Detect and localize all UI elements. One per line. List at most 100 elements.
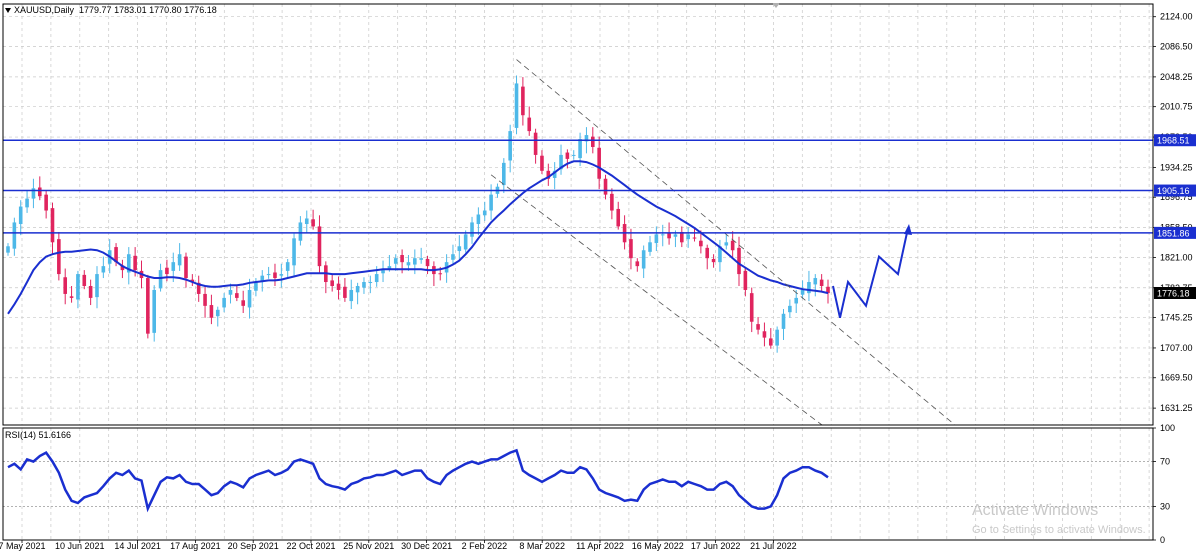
candle-body — [336, 283, 341, 290]
candle-body — [235, 293, 239, 298]
rsi-tick-label: 70 — [1160, 457, 1170, 467]
candle-body — [374, 274, 379, 283]
candle-body — [457, 246, 462, 252]
scroll-marker-icon[interactable] — [772, 3, 780, 8]
time-tick-label: 21 Jul 2022 — [750, 541, 797, 551]
candle-body — [775, 329, 779, 346]
price-tick-label: 1934.25 — [1160, 162, 1193, 172]
level-tag-label: 1968.51 — [1157, 136, 1190, 146]
candle-body — [95, 274, 99, 298]
candle-body — [610, 193, 614, 211]
candle-body — [451, 254, 455, 260]
candle-body — [463, 234, 468, 250]
rsi-tick-label: 0 — [1160, 535, 1165, 545]
candle-body — [533, 132, 538, 155]
candle-body — [565, 152, 570, 159]
price-tick-label: 1669.50 — [1160, 373, 1193, 383]
level-price-tag: 1905.16 — [1154, 184, 1196, 197]
candle-body — [476, 214, 481, 225]
candle-body — [470, 222, 474, 237]
rsi-tick-label: 30 — [1160, 501, 1170, 511]
candle-body — [209, 305, 214, 318]
candle-body — [819, 279, 824, 286]
price-tick-label: 1821.00 — [1160, 252, 1193, 262]
time-tick-label: 17 Jun 2022 — [691, 541, 741, 551]
open-value: 1779.77 — [79, 5, 112, 15]
candle-body — [591, 136, 595, 147]
time-tick-label: 10 Jun 2021 — [55, 541, 105, 551]
candle-body — [756, 324, 760, 330]
candle-body — [393, 258, 398, 264]
level-price-tag: 1968.51 — [1154, 134, 1196, 147]
candle-body — [292, 238, 296, 266]
candle-body — [18, 206, 23, 225]
candle-body — [241, 300, 245, 306]
chart-canvas: 2124.002086.502048.252010.751972.501934.… — [0, 0, 1200, 554]
time-tick-label: 17 Aug 2021 — [170, 541, 221, 551]
time-tick-label: 25 Nov 2021 — [343, 541, 394, 551]
candle-body — [254, 282, 258, 291]
candle-body — [82, 274, 87, 286]
candle-body — [171, 262, 176, 271]
price-tick-label: 1745.25 — [1160, 313, 1193, 323]
rsi-header: RSI(14) 51.6166 — [5, 430, 71, 440]
candle-body — [699, 240, 703, 247]
candle-body — [88, 285, 93, 298]
rsi-label: RSI(14) — [5, 430, 37, 440]
candle-body — [686, 234, 690, 240]
candle-body — [273, 272, 277, 279]
candle-body — [807, 282, 811, 294]
candle-body — [654, 234, 659, 244]
candle-body — [12, 222, 17, 249]
time-tick-label: 11 Apr 2022 — [576, 541, 624, 551]
candle-body — [724, 242, 729, 246]
candle-body — [635, 261, 640, 267]
candle-body — [215, 309, 220, 317]
candle-body — [406, 262, 411, 266]
candle-body — [25, 198, 29, 208]
chart-header: XAUUSD,Daily 1779.77 1783.01 1770.80 177… — [5, 5, 217, 15]
candle-body — [508, 131, 512, 161]
candle-body — [438, 273, 443, 275]
candle-body — [660, 234, 665, 236]
candle-body — [629, 239, 633, 259]
low-value: 1770.80 — [149, 5, 182, 15]
candle-body — [355, 285, 360, 293]
candle — [514, 75, 519, 135]
candle-body — [146, 278, 150, 334]
candle-body — [76, 274, 80, 300]
candle-body — [667, 233, 671, 239]
candle-body — [711, 258, 716, 263]
dropdown-triangle-icon[interactable] — [5, 8, 11, 14]
rsi-value: 51.6166 — [38, 430, 72, 440]
time-tick-label: 14 Jul 2021 — [114, 541, 161, 551]
current-price-tag: 1776.18 — [1154, 286, 1196, 299]
candle-body — [400, 255, 404, 263]
candle-body — [50, 208, 55, 243]
price-tick-label: 2086.50 — [1160, 41, 1193, 51]
candle-body — [177, 254, 182, 266]
symbol-label: XAUUSD,Daily — [14, 5, 75, 15]
time-tick-label: 8 Mar 2022 — [519, 541, 565, 551]
candle-body — [57, 239, 61, 275]
candle-body — [603, 178, 608, 195]
candle-body — [247, 289, 252, 308]
candle — [146, 274, 150, 339]
candle-body — [63, 277, 68, 294]
candle-body — [762, 331, 767, 338]
candle-body — [349, 289, 354, 302]
candle-body — [368, 282, 373, 284]
candle-body — [781, 313, 786, 329]
candle-body — [298, 222, 303, 241]
price-tick-label: 2010.75 — [1160, 102, 1193, 112]
candle-body — [794, 297, 799, 304]
time-tick-label: 2 Feb 2022 — [462, 541, 508, 551]
candle-body — [311, 219, 315, 227]
candle-body — [597, 147, 601, 179]
candle-body — [152, 289, 157, 333]
candle-body — [571, 154, 576, 156]
time-tick-label: 7 May 2021 — [0, 541, 46, 551]
candle-body — [44, 194, 48, 211]
watermark-line1: Activate Windows — [972, 502, 1099, 519]
price-tick-label: 2124.00 — [1160, 12, 1193, 22]
